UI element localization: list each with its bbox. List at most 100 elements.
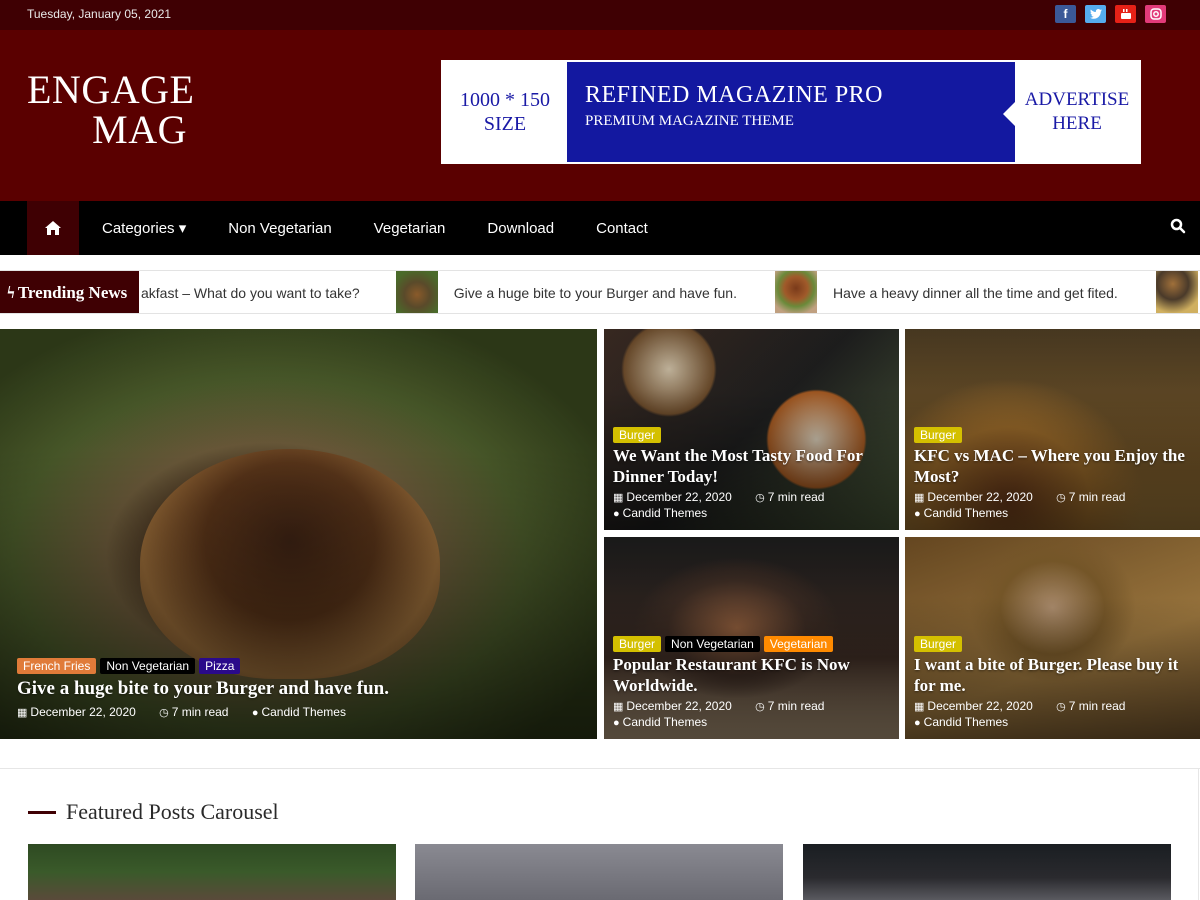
nav-menu: Categories ▾ Non Vegetarian Vegetarian D… <box>102 201 648 255</box>
category-tag[interactable]: Burger <box>914 427 963 443</box>
youtube-icon[interactable] <box>1115 5 1136 23</box>
post-date[interactable]: December 22, 2020 <box>927 699 1032 713</box>
category-tag[interactable]: French Fries <box>17 658 97 674</box>
trending-thumbnail <box>395 271 438 313</box>
nav-item-download[interactable]: Download <box>487 220 554 237</box>
user-icon: ● <box>914 508 921 520</box>
nav-item-non-vegetarian[interactable]: Non Vegetarian <box>228 220 331 237</box>
nav-item-categories[interactable]: Categories ▾ <box>102 219 186 237</box>
post-date[interactable]: December 22, 2020 <box>626 699 731 713</box>
featured-posts-grid: French Fries Non Vegetarian Pizza Give a… <box>0 329 1200 739</box>
post-card[interactable]: Burger KFC vs MAC – Where you Enjoy the … <box>905 329 1200 530</box>
post-date[interactable]: December 22, 2020 <box>626 490 731 504</box>
ad-body: REFINED MAGAZINE PRO PREMIUM MAGAZINE TH… <box>567 62 1015 162</box>
post-date[interactable]: December 22, 2020 <box>30 705 135 719</box>
ad-cta-line-1: ADVERTISE <box>1024 89 1130 110</box>
current-date: Tuesday, January 05, 2021 <box>27 7 172 21</box>
home-icon <box>45 221 61 235</box>
trending-ticker: akfast – What do you want to take? Give … <box>141 271 1200 313</box>
carousel-item[interactable] <box>28 844 396 900</box>
nav-item-contact[interactable]: Contact <box>596 220 648 237</box>
featured-title: Featured Posts Carousel <box>66 799 279 824</box>
post-content: Burger Non Vegetarian Vegetarian Popular… <box>613 636 889 731</box>
search-button[interactable] <box>1170 218 1186 239</box>
post-title[interactable]: We Want the Most Tasty Food For Dinner T… <box>613 445 889 487</box>
post-author[interactable]: Candid Themes <box>924 506 1009 520</box>
post-card[interactable]: Burger I want a bite of Burger. Please b… <box>905 537 1200 739</box>
category-tag[interactable]: Non Vegetarian <box>665 636 760 652</box>
trending-item[interactable]: Give a huge bite to your Burger and have… <box>395 271 775 313</box>
search-icon <box>1170 218 1186 234</box>
user-icon: ● <box>613 717 620 729</box>
clock-icon: ◷ <box>1056 701 1066 713</box>
trending-thumbnail <box>1155 271 1198 313</box>
post-card[interactable]: Burger Non Vegetarian Vegetarian Popular… <box>604 537 899 739</box>
clock-icon: ◷ <box>1056 492 1066 504</box>
heading-accent-bar <box>28 810 56 814</box>
ad-size-line-1: 1000 * 150 <box>460 89 550 111</box>
post-categories: French Fries Non Vegetarian Pizza <box>17 658 587 674</box>
category-tag[interactable]: Non Vegetarian <box>100 658 196 674</box>
facebook-icon[interactable]: f <box>1055 5 1076 23</box>
category-tag[interactable]: Vegetarian <box>763 636 834 652</box>
ad-size-label: 1000 * 150 SIZE <box>443 62 567 162</box>
category-tag[interactable]: Burger <box>914 636 963 652</box>
category-tag[interactable]: Pizza <box>199 658 241 674</box>
trending-item[interactable]: akfast – What do you want to take? <box>141 271 398 313</box>
ad-title: REFINED MAGAZINE PRO <box>585 82 883 108</box>
post-read-time: 7 min read <box>767 699 825 713</box>
bolt-icon: ϟ <box>7 282 15 302</box>
post-author[interactable]: Candid Themes <box>623 506 708 520</box>
post-title[interactable]: Give a huge bite to your Burger and have… <box>17 676 587 702</box>
nav-home[interactable] <box>27 201 79 255</box>
user-icon: ● <box>613 508 620 520</box>
post-meta: ▦ December 22, 2020 ◷ 7 min read ● Candid T… <box>613 490 889 522</box>
trending-item-title: Have a heavy dinner all the time and get… <box>832 284 1118 301</box>
post-title[interactable]: KFC vs MAC – Where you Enjoy the Most? <box>914 445 1190 487</box>
section-divider <box>0 768 1200 769</box>
user-icon: ● <box>251 707 259 719</box>
post-date[interactable]: December 22, 2020 <box>927 490 1032 504</box>
calendar-icon: ▦ <box>914 701 925 713</box>
post-categories: Burger <box>914 427 1190 443</box>
main-navigation: Categories ▾ Non Vegetarian Vegetarian D… <box>0 201 1200 255</box>
trending-item[interactable]: Have a heavy dinner all the time and get… <box>774 271 1156 313</box>
post-read-time: 7 min read <box>171 705 229 719</box>
post-author[interactable]: Candid Themes <box>261 705 346 719</box>
post-card-main[interactable]: French Fries Non Vegetarian Pizza Give a… <box>0 329 597 739</box>
site-logo[interactable]: ENGAGE MAG <box>27 70 194 150</box>
trending-label-text: Trending News <box>17 282 128 302</box>
ad-subtitle: PREMIUM MAGAZINE THEME <box>585 113 794 129</box>
calendar-icon: ▦ <box>17 707 28 719</box>
post-title[interactable]: I want a bite of Burger. Please buy it f… <box>914 654 1190 696</box>
trending-item-title: akfast – What do you want to take? <box>141 284 360 301</box>
advertisement-banner[interactable]: 1000 * 150 SIZE REFINED MAGAZINE PRO PRE… <box>441 60 1141 164</box>
instagram-icon[interactable] <box>1145 5 1166 23</box>
post-author[interactable]: Candid Themes <box>924 715 1009 729</box>
twitter-icon[interactable] <box>1085 5 1106 23</box>
carousel-item[interactable] <box>415 844 783 900</box>
post-read-time: 7 min read <box>1068 699 1126 713</box>
post-card[interactable]: Burger We Want the Most Tasty Food For D… <box>604 329 899 530</box>
trending-label: ϟ Trending News <box>0 271 139 313</box>
carousel-item[interactable] <box>803 844 1171 900</box>
post-categories: Burger <box>914 636 1190 652</box>
trending-item[interactable] <box>1155 271 1200 313</box>
featured-section-heading: Featured Posts Carousel <box>28 799 279 825</box>
post-categories: Burger Non Vegetarian Vegetarian <box>613 636 889 652</box>
ad-cta-line-2: HERE <box>1052 113 1102 134</box>
category-tag[interactable]: Burger <box>613 636 662 652</box>
site-header: ENGAGE MAG 1000 * 150 SIZE REFINED MAGAZ… <box>0 30 1200 201</box>
post-author[interactable]: Candid Themes <box>623 715 708 729</box>
category-tag[interactable]: Burger <box>613 427 662 443</box>
post-categories: Burger <box>613 427 889 443</box>
calendar-icon: ▦ <box>613 492 624 504</box>
post-meta: ▦ December 22, 2020 ◷ 7 min read ● Candid T… <box>613 699 889 731</box>
ad-cta: ADVERTISE HERE <box>1003 62 1139 162</box>
post-content: Burger KFC vs MAC – Where you Enjoy the … <box>914 427 1190 522</box>
nav-item-vegetarian[interactable]: Vegetarian <box>374 220 446 237</box>
social-links: f <box>1055 5 1166 23</box>
post-read-time: 7 min read <box>1068 490 1126 504</box>
post-title[interactable]: Popular Restaurant KFC is Now Worldwide. <box>613 654 889 696</box>
trending-item-title: Give a huge bite to your Burger and have… <box>453 284 737 301</box>
